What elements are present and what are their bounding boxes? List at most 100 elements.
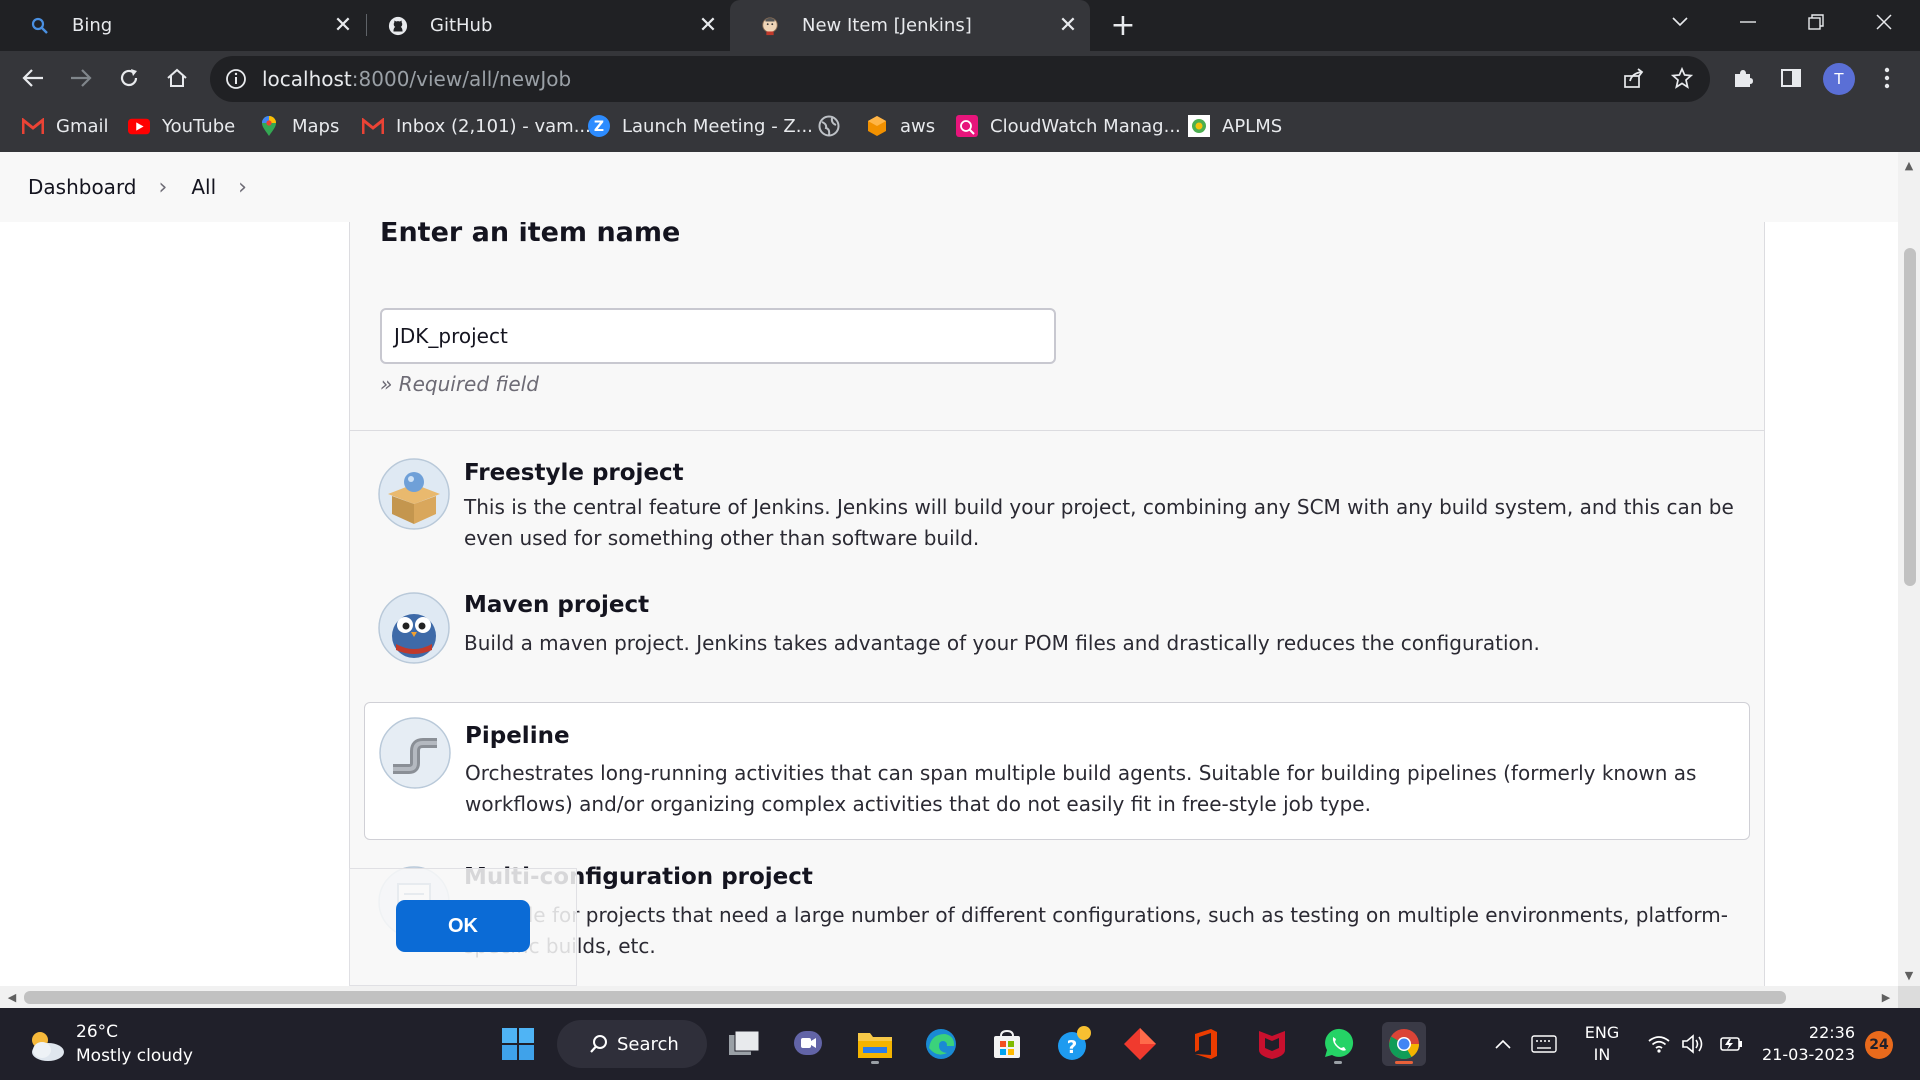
chevron-up-icon[interactable] xyxy=(1490,1008,1516,1080)
weather-temperature[interactable]: 26°C xyxy=(76,1022,118,1042)
bookmark-label: Inbox (2,101) - vam... xyxy=(396,115,591,137)
chrome-icon[interactable] xyxy=(1382,1022,1426,1066)
horizontal-scrollbar[interactable]: ◀ ▶ xyxy=(0,986,1898,1008)
whatsapp-icon[interactable] xyxy=(1316,1022,1360,1066)
url-host: localhost xyxy=(262,67,352,91)
breadcrumb: Dashboard › All › xyxy=(0,152,1898,222)
item-type-maven[interactable]: Maven project Build a maven project. Jen… xyxy=(364,584,1750,684)
scroll-up-arrow-icon[interactable]: ▲ xyxy=(1898,156,1920,174)
maven-owl-icon xyxy=(378,592,450,664)
teams-chat-icon[interactable] xyxy=(787,1022,831,1066)
item-type-description: This is the central feature of Jenkins. … xyxy=(464,495,1734,550)
jenkins-icon xyxy=(760,16,780,36)
minimize-icon[interactable] xyxy=(1720,0,1776,44)
file-explorer-icon[interactable] xyxy=(853,1022,897,1066)
browser-toolbar: localhost:8000/view/all/newJob xyxy=(0,51,1920,106)
window-close-icon[interactable] xyxy=(1856,0,1912,44)
taskbar-search[interactable]: Search xyxy=(557,1020,707,1068)
battery-icon[interactable] xyxy=(1716,1008,1744,1080)
bookmark-cloudwatch[interactable]: CloudWatch Manag... xyxy=(956,106,1181,146)
volume-icon[interactable] xyxy=(1680,1008,1706,1080)
gmail-icon xyxy=(22,115,44,137)
horizontal-scroll-thumb[interactable] xyxy=(24,991,1786,1004)
region-code: IN xyxy=(1593,1045,1611,1064)
notification-badge[interactable]: 24 xyxy=(1865,1031,1893,1059)
item-type-description: Suitable for projects that need a large … xyxy=(464,903,1728,958)
item-type-freestyle[interactable]: Freestyle project This is the central fe… xyxy=(364,450,1750,568)
keyboard-icon[interactable] xyxy=(1528,1008,1560,1080)
tab-search-icon[interactable] xyxy=(1652,0,1708,44)
browser-tab-strip: Bing ✕ GitHub ✕ New Item [Jenkins] ✕ + xyxy=(0,0,1920,51)
site-info-icon[interactable] xyxy=(222,65,250,93)
reload-icon[interactable] xyxy=(110,59,148,97)
bookmark-zoom-meeting[interactable]: Z Launch Meeting - Z... xyxy=(588,106,813,146)
red-diamond-app-icon[interactable] xyxy=(1118,1022,1162,1066)
microsoft-store-icon[interactable] xyxy=(985,1022,1029,1066)
restore-icon[interactable] xyxy=(1788,0,1844,44)
edge-browser-icon[interactable] xyxy=(919,1022,963,1066)
weather-description[interactable]: Mostly cloudy xyxy=(76,1046,193,1066)
bookmark-label: CloudWatch Manag... xyxy=(990,115,1181,137)
scrollbar-corner xyxy=(1898,986,1920,1008)
vertical-scrollbar[interactable]: ▲ ▼ xyxy=(1898,152,1920,986)
task-view-icon[interactable] xyxy=(722,1022,766,1066)
scroll-right-arrow-icon[interactable]: ▶ xyxy=(1876,986,1896,1008)
wifi-icon[interactable] xyxy=(1646,1008,1672,1080)
vertical-scroll-thumb[interactable] xyxy=(1904,248,1916,586)
bookmark-youtube[interactable]: YouTube xyxy=(128,106,235,146)
item-name-input[interactable]: JDK_project xyxy=(380,308,1056,364)
search-label: Search xyxy=(617,1033,679,1055)
bookmark-inbox[interactable]: Inbox (2,101) - vam... xyxy=(362,106,591,146)
profile-avatar[interactable]: T xyxy=(1823,63,1855,95)
running-indicator xyxy=(1334,1061,1342,1064)
clock-time: 22:36 xyxy=(1808,1023,1855,1042)
share-icon[interactable] xyxy=(1615,59,1653,97)
tab-new-item-jenkins[interactable]: New Item [Jenkins] ✕ xyxy=(730,0,1090,51)
bookmark-label: aws xyxy=(900,115,936,137)
bookmark-globe[interactable] xyxy=(818,106,852,146)
scroll-down-arrow-icon[interactable]: ▼ xyxy=(1898,966,1920,984)
item-type-description: Build a maven project. Jenkins takes adv… xyxy=(464,631,1540,655)
bookmark-label: Maps xyxy=(292,115,340,137)
office-icon[interactable] xyxy=(1184,1022,1228,1066)
windows-start-icon[interactable] xyxy=(496,1022,540,1066)
tab-github[interactable]: GitHub ✕ xyxy=(358,0,730,51)
bookmark-label: Gmail xyxy=(56,115,109,137)
extensions-icon[interactable] xyxy=(1724,59,1762,97)
globe-icon xyxy=(818,115,840,137)
item-type-name: Freestyle project xyxy=(464,460,684,486)
close-icon[interactable]: ✕ xyxy=(696,13,720,38)
tab-bing[interactable]: Bing ✕ xyxy=(0,0,365,51)
close-icon[interactable]: ✕ xyxy=(331,13,355,38)
back-arrow-icon[interactable] xyxy=(14,59,52,97)
side-panel-icon[interactable] xyxy=(1772,59,1810,97)
new-tab-button[interactable]: + xyxy=(1108,8,1138,43)
close-icon[interactable]: ✕ xyxy=(1056,13,1080,38)
ok-button[interactable]: OK xyxy=(396,900,530,952)
youtube-icon xyxy=(128,115,150,137)
bookmark-maps[interactable]: Maps xyxy=(258,106,339,146)
forward-arrow-icon[interactable] xyxy=(62,59,100,97)
system-clock[interactable]: 22:36 21-03-2023 xyxy=(1755,1022,1855,1066)
bookmark-gmail[interactable]: Gmail xyxy=(22,106,109,146)
scroll-left-arrow-icon[interactable]: ◀ xyxy=(2,986,22,1008)
address-bar[interactable]: localhost:8000/view/all/newJob xyxy=(210,56,1710,102)
ok-button-container: OK xyxy=(349,868,577,986)
bookmark-aplms[interactable]: APLMS xyxy=(1188,106,1282,146)
breadcrumb-dashboard[interactable]: Dashboard xyxy=(28,175,137,199)
home-icon[interactable] xyxy=(158,59,196,97)
item-type-pipeline[interactable]: Pipeline Orchestrates long-running activ… xyxy=(364,702,1750,840)
bookmark-star-icon[interactable] xyxy=(1663,59,1701,97)
chevron-right-icon[interactable]: › xyxy=(238,175,247,200)
aplms-icon xyxy=(1188,115,1210,137)
zoom-icon: Z xyxy=(588,115,610,137)
breadcrumb-all[interactable]: All xyxy=(191,175,216,199)
mcafee-icon[interactable] xyxy=(1250,1022,1294,1066)
weather-cloud-icon[interactable] xyxy=(26,1028,66,1062)
more-menu-icon[interactable] xyxy=(1868,59,1906,97)
get-help-icon[interactable]: ? xyxy=(1052,1022,1096,1066)
active-indicator xyxy=(1395,1061,1413,1064)
bookmark-aws[interactable]: aws xyxy=(866,106,935,146)
language-indicator[interactable]: ENG IN xyxy=(1578,1022,1626,1066)
clock-date: 21-03-2023 xyxy=(1762,1045,1855,1064)
